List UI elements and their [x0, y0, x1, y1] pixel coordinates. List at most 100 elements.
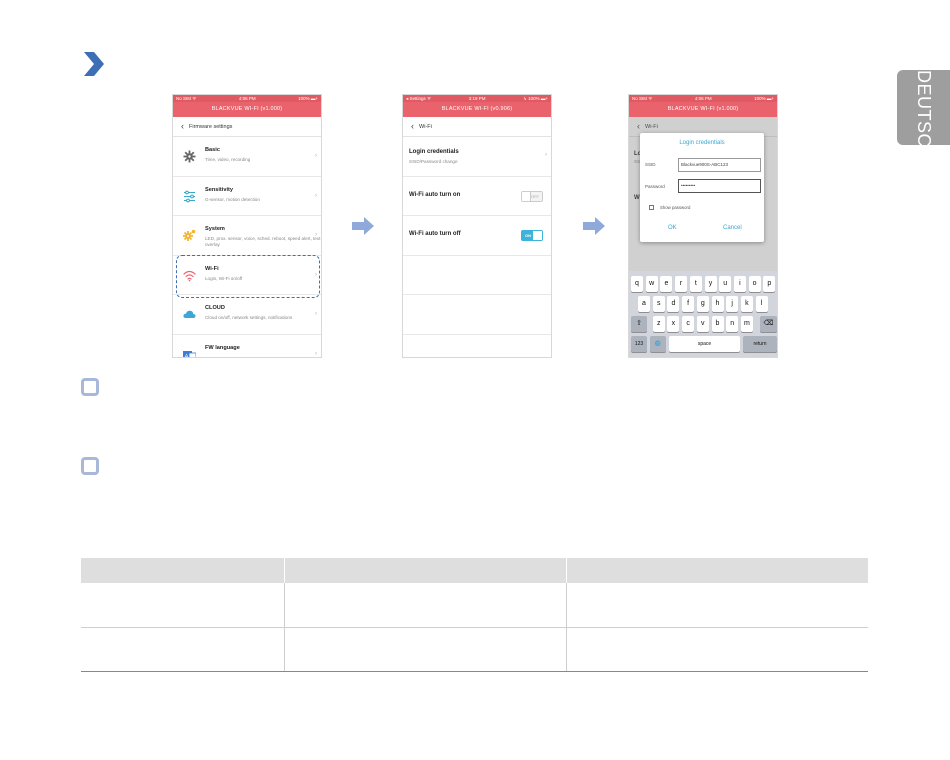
row-subtitle: SSID/Password change	[409, 159, 458, 164]
table-header-row	[81, 558, 868, 583]
chevron-right-icon: ›	[545, 152, 547, 158]
table-cell	[566, 627, 868, 672]
delete-key[interactable]: ⌫	[760, 316, 777, 332]
key-d[interactable]: d	[667, 296, 680, 312]
menu-item-subtitle: LED, prox. sensor, voice, sched. reboot,…	[205, 236, 321, 247]
ok-button[interactable]: OK	[668, 225, 677, 231]
shift-key[interactable]: ⇧	[631, 316, 647, 332]
status-battery: 100% ▬+	[754, 96, 774, 101]
key-r[interactable]: r	[675, 276, 688, 292]
key-z[interactable]: z	[652, 316, 665, 332]
phone-screen-wifi: ◂ Settings ᯤ 3:19 PM ↳ 100% ▬+ BLACKVUE …	[402, 94, 552, 358]
login-credentials-row[interactable]: Login credentials SSID/Password change ›	[403, 137, 551, 177]
menu-item-title: FW language	[205, 344, 240, 351]
key-t[interactable]: t	[689, 276, 702, 292]
wifi-auto-off-toggle[interactable]: ON	[521, 230, 543, 241]
key-w[interactable]: w	[645, 276, 658, 292]
key-j[interactable]: j	[726, 296, 739, 312]
empty-row	[403, 295, 551, 335]
phone-screen-firmware-settings: No SIM ᯤ 4:06 PM 100% ▬+ BLACKVUE WI-FI …	[172, 94, 322, 358]
system-gear-icon	[183, 229, 196, 241]
menu-item-subtitle: Cloud on/off, network settings, notifica…	[205, 315, 293, 320]
key-g[interactable]: g	[696, 296, 709, 312]
chevron-right-icon: ›	[315, 350, 317, 357]
sliders-icon	[184, 190, 195, 202]
cancel-button[interactable]: Cancel	[723, 225, 742, 231]
menu-item-cloud[interactable]: CLOUD Cloud on/off, network settings, no…	[173, 295, 321, 335]
key-q[interactable]: q	[631, 276, 643, 292]
nav-title: Firmware settings	[189, 123, 233, 130]
toggle-label: ON	[525, 233, 531, 238]
key-l[interactable]: l	[755, 296, 768, 312]
key-m[interactable]: m	[740, 316, 753, 332]
key-f[interactable]: f	[682, 296, 695, 312]
chevron-right-icon	[84, 52, 104, 76]
key-o[interactable]: o	[748, 276, 761, 292]
language-icon: A	[183, 350, 196, 357]
menu-item-subtitle: G-sensor, motion detection	[205, 196, 260, 202]
menu-item-basic[interactable]: Basic Time, video, recording ›	[173, 137, 321, 177]
key-x[interactable]: x	[667, 316, 680, 332]
menu-item-subtitle: Time, video, recording	[205, 157, 251, 162]
globe-key[interactable]: 🌐	[650, 336, 666, 352]
status-carrier: ◂ Settings ᯤ	[406, 96, 432, 101]
menu-item-fw-language[interactable]: A FW language ›	[173, 335, 321, 357]
status-bar: No SIM ᯤ 4:06 PM 100% ▬+	[173, 95, 321, 102]
table-cell	[284, 583, 567, 628]
key-k[interactable]: k	[740, 296, 753, 312]
keyboard-row-4: 123 🌐 space return	[629, 336, 777, 352]
back-icon[interactable]: ‹	[181, 122, 184, 131]
table-header-cell	[284, 558, 567, 583]
key-c[interactable]: c	[682, 316, 695, 332]
key-v[interactable]: v	[696, 316, 709, 332]
status-carrier: No SIM ᯤ	[632, 96, 653, 101]
wifi-auto-off-row: Wi-Fi auto turn off ON	[403, 216, 551, 256]
key-u[interactable]: u	[719, 276, 732, 292]
chevron-right-icon: ›	[315, 232, 317, 238]
back-icon[interactable]: ‹	[411, 122, 414, 131]
onscreen-keyboard: q w e r t y u i o p a s d f g h j k l ⇧ …	[629, 271, 777, 357]
numbers-key[interactable]: 123	[631, 336, 647, 352]
menu-item-system[interactable]: System LED, prox. sensor, voice, sched. …	[173, 216, 321, 256]
table-row	[81, 583, 868, 628]
key-e[interactable]: e	[660, 276, 673, 292]
key-s[interactable]: s	[652, 296, 665, 312]
language-tab[interactable]: DEUTSCH	[897, 70, 950, 161]
key-h[interactable]: h	[711, 296, 724, 312]
return-key[interactable]: return	[743, 336, 777, 352]
table-cell	[81, 583, 285, 628]
row-title: Wi-Fi auto turn off	[409, 231, 461, 237]
table-header-cell	[81, 558, 285, 583]
key-y[interactable]: y	[704, 276, 717, 292]
empty-row	[403, 256, 551, 295]
key-p[interactable]: p	[763, 276, 776, 292]
status-battery: 100% ▬+	[298, 96, 318, 101]
ssid-label: SSID	[645, 162, 656, 167]
table-cell	[284, 627, 567, 672]
dialog-title: Login credentials	[679, 140, 725, 146]
ssid-input[interactable]: Blackvue900S-ABC123	[678, 158, 761, 172]
status-carrier: No SIM ᯤ	[176, 96, 197, 101]
key-i[interactable]: i	[733, 276, 746, 292]
wifi-auto-on-toggle[interactable]: OFF	[521, 190, 543, 202]
toggle-knob	[522, 191, 531, 201]
key-a[interactable]: a	[638, 296, 650, 312]
password-input[interactable]: •••••••••	[678, 179, 761, 193]
show-password-checkbox[interactable]	[649, 205, 654, 210]
table-cell	[566, 583, 868, 628]
space-key[interactable]: space	[669, 336, 740, 352]
table-row	[81, 627, 868, 672]
status-bar: No SIM ᯤ 4:06 PM 100% ▬+	[629, 95, 777, 102]
keyboard-row-2: a s d f g h j k l	[629, 296, 777, 312]
nav-title: Wi-Fi	[419, 123, 432, 130]
gear-icon	[183, 150, 196, 163]
key-n[interactable]: n	[726, 316, 739, 332]
bullet-square-icon	[81, 457, 99, 475]
app-title: BLACKVUE WI-FI (v1.000)	[173, 102, 321, 117]
info-table	[81, 558, 868, 672]
status-time: 4:06 PM	[238, 96, 256, 101]
menu-item-title: Basic	[205, 147, 220, 153]
keyboard-row-1: q w e r t y u i o p	[629, 276, 777, 292]
menu-item-sensitivity[interactable]: Sensitivity G-sensor, motion detection ›	[173, 177, 321, 216]
key-b[interactable]: b	[711, 316, 724, 332]
